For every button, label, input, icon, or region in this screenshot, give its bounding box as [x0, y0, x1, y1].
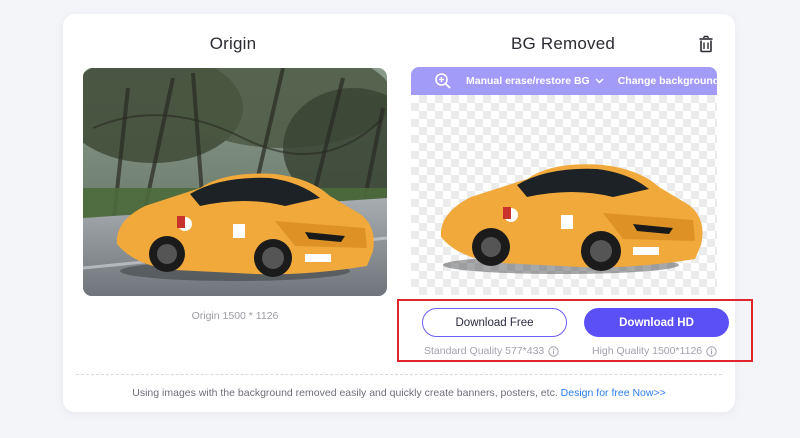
zoom-in-icon[interactable]: [434, 72, 452, 90]
original-image: [83, 68, 387, 296]
info-icon[interactable]: [548, 345, 559, 357]
design-for-free-link[interactable]: Design for free Now>>: [561, 387, 666, 399]
high-quality-info: High Quality 1500*1126: [592, 345, 717, 357]
chevron-down-icon: [724, 78, 733, 84]
edit-toolbar: Manual erase/restore BG Change backgroun…: [411, 67, 733, 95]
dashed-divider: [76, 374, 722, 375]
change-background-dropdown[interactable]: Change background: [618, 75, 734, 87]
bg-removed-image: [411, 95, 717, 295]
trash-icon[interactable]: [697, 35, 715, 53]
download-free-button[interactable]: Download Free: [422, 308, 567, 337]
manual-erase-label: Manual erase/restore BG: [466, 75, 590, 87]
standard-quality-label: Standard Quality 577*433: [424, 345, 545, 357]
origin-title: Origin: [209, 34, 257, 53]
footer-text: Using images with the background removed…: [132, 387, 558, 399]
footer-promo: Using images with the background removed…: [63, 387, 735, 399]
bg-removed-title: BG Removed: [510, 34, 616, 53]
origin-size-caption: Origin 1500 * 1126: [191, 310, 279, 322]
high-quality-label: High Quality 1500*1126: [592, 345, 703, 357]
manual-erase-restore-dropdown[interactable]: Manual erase/restore BG: [466, 75, 604, 87]
standard-quality-info: Standard Quality 577*433: [424, 345, 559, 357]
change-background-label: Change background: [617, 75, 720, 87]
chevron-down-icon: [595, 78, 604, 84]
download-hd-button[interactable]: Download HD: [584, 308, 729, 337]
info-icon[interactable]: [706, 345, 717, 357]
